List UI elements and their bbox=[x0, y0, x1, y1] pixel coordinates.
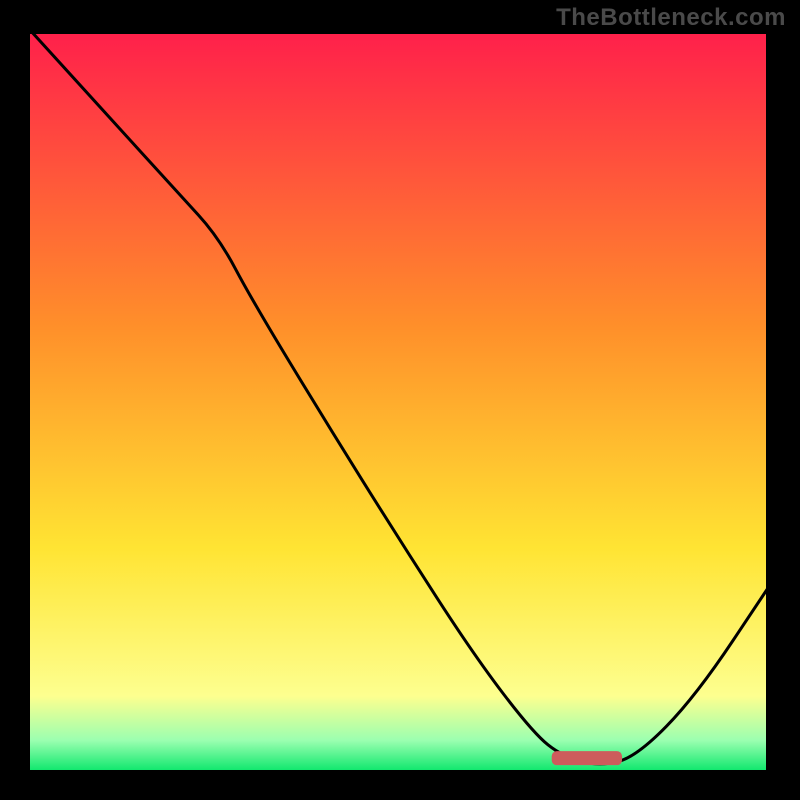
plot-area bbox=[30, 30, 770, 770]
chart-svg bbox=[30, 30, 770, 770]
gradient-background bbox=[30, 30, 770, 770]
valley-marker bbox=[552, 751, 622, 765]
chart-frame: TheBottleneck.com bbox=[0, 0, 800, 800]
watermark-text: TheBottleneck.com bbox=[556, 4, 786, 32]
